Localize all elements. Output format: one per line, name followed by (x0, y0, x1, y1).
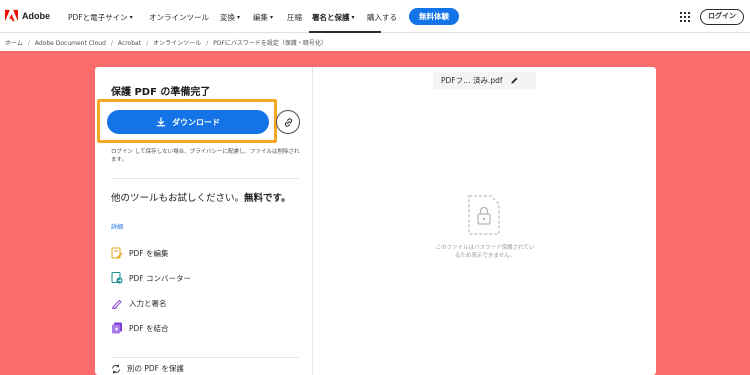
breadcrumb: ホーム / Adobe Document Cloud / Acrobat / オンラインツー… (5, 40, 327, 47)
download-button[interactable]: ダウンロード (107, 110, 269, 134)
copy-link-button[interactable] (276, 110, 300, 134)
chevron-down-icon: ▾ (351, 14, 355, 21)
tool-label: PDF を結合 (129, 323, 169, 333)
chevron-down-icon: ▾ (237, 14, 241, 21)
section-divider (111, 178, 299, 179)
filename-text: PDFフ… 済み.pdf (441, 76, 503, 85)
nav-item-convert[interactable]: 変換 ▾ (220, 12, 240, 23)
tool-fill-sign[interactable]: 入力と署名 (111, 297, 167, 309)
combine-pdf-icon (112, 322, 122, 334)
protect-another-pdf-button[interactable]: 別の PDF を保護 (111, 363, 184, 374)
nav-item-label: 署名と保護 (312, 13, 350, 22)
card-divider (312, 67, 313, 375)
chevron-down-icon: ▾ (270, 14, 274, 21)
login-button[interactable]: ログイン (700, 9, 744, 25)
convert-pdf-icon (111, 272, 123, 284)
link-icon (284, 117, 292, 127)
locked-preview-message: このファイルはパスワード保護されているため表示できません。 (435, 245, 535, 259)
adobe-logo-icon (5, 9, 18, 22)
breadcrumb-item-current: PDFにパスワードを設定（保護・暗号化） (213, 40, 327, 47)
nav-item-label: オンラインツール (149, 13, 209, 22)
privacy-note: ログイン して保存しない場合、プライバシーに配慮し、ファイルは削除されます。 (111, 149, 300, 163)
refresh-icon (112, 363, 120, 374)
breadcrumb-item[interactable]: Acrobat (118, 40, 141, 47)
breadcrumb-item[interactable]: ホーム (5, 40, 23, 47)
nav-item-label: 編集 (253, 13, 268, 22)
apps-grid-icon[interactable] (680, 12, 690, 22)
tool-combine-pdf[interactable]: PDF を結合 (111, 322, 169, 334)
adobe-logo[interactable]: Adobe (5, 9, 50, 22)
section-divider (111, 357, 299, 358)
fill-sign-icon (111, 299, 122, 309)
promo-title-bold: 無料です。 (244, 193, 291, 204)
nav-item-buy[interactable]: 購入する (367, 12, 397, 23)
nav-item-online-tools[interactable]: オンラインツール (149, 12, 209, 23)
nav-item-label: 変換 (220, 13, 235, 22)
filename-field[interactable]: PDFフ… 済み.pdf (433, 72, 536, 89)
tool-edit-pdf[interactable]: PDF を編集 (111, 247, 169, 259)
nav-item-compress[interactable]: 圧縮 (287, 12, 302, 23)
nav-item-sign-protect[interactable]: 署名と保護 ▾ (312, 12, 355, 23)
chevron-down-icon: ▾ (129, 14, 133, 21)
detail-link[interactable]: 詳細 (111, 222, 123, 231)
nav-item-label: 購入する (367, 13, 397, 22)
tool-label: 入力と署名 (129, 298, 167, 308)
protect-another-label: 別の PDF を保護 (127, 364, 184, 373)
tool-label: PDF を編集 (129, 248, 169, 258)
active-nav-indicator (309, 31, 381, 33)
edit-pdf-icon (111, 247, 123, 259)
top-navigation: Adobe PDFと電子サイン ▾ オンラインツール 変換 ▾ 編集 ▾ 圧縮 署名と… (0, 0, 750, 33)
breadcrumb-item[interactable]: オンラインツール (153, 40, 201, 47)
tool-pdf-converter[interactable]: PDF コンバーター (111, 272, 191, 284)
brand-name: Adobe (22, 10, 50, 21)
nav-item-edit[interactable]: 編集 ▾ (253, 12, 273, 23)
breadcrumb-item[interactable]: Adobe Document Cloud (35, 40, 106, 47)
download-icon (156, 117, 166, 127)
free-trial-button[interactable]: 無料体験 (409, 8, 459, 25)
promo-title-prefix: 他のツールもお試しください。 (111, 193, 245, 204)
ready-title: 保護 PDF の準備完了 (111, 87, 211, 98)
download-label: ダウンロード (172, 117, 220, 127)
tool-label: PDF コンバーター (129, 273, 191, 283)
locked-document-icon (468, 195, 500, 235)
nav-item-pdf-esign[interactable]: PDFと電子サイン ▾ (68, 12, 133, 23)
pencil-icon[interactable] (510, 76, 519, 85)
nav-item-label: 圧縮 (287, 13, 302, 22)
nav-item-label: PDFと電子サイン (68, 13, 128, 22)
promo-title: 他のツールもお試しください。無料です。 (111, 192, 301, 206)
